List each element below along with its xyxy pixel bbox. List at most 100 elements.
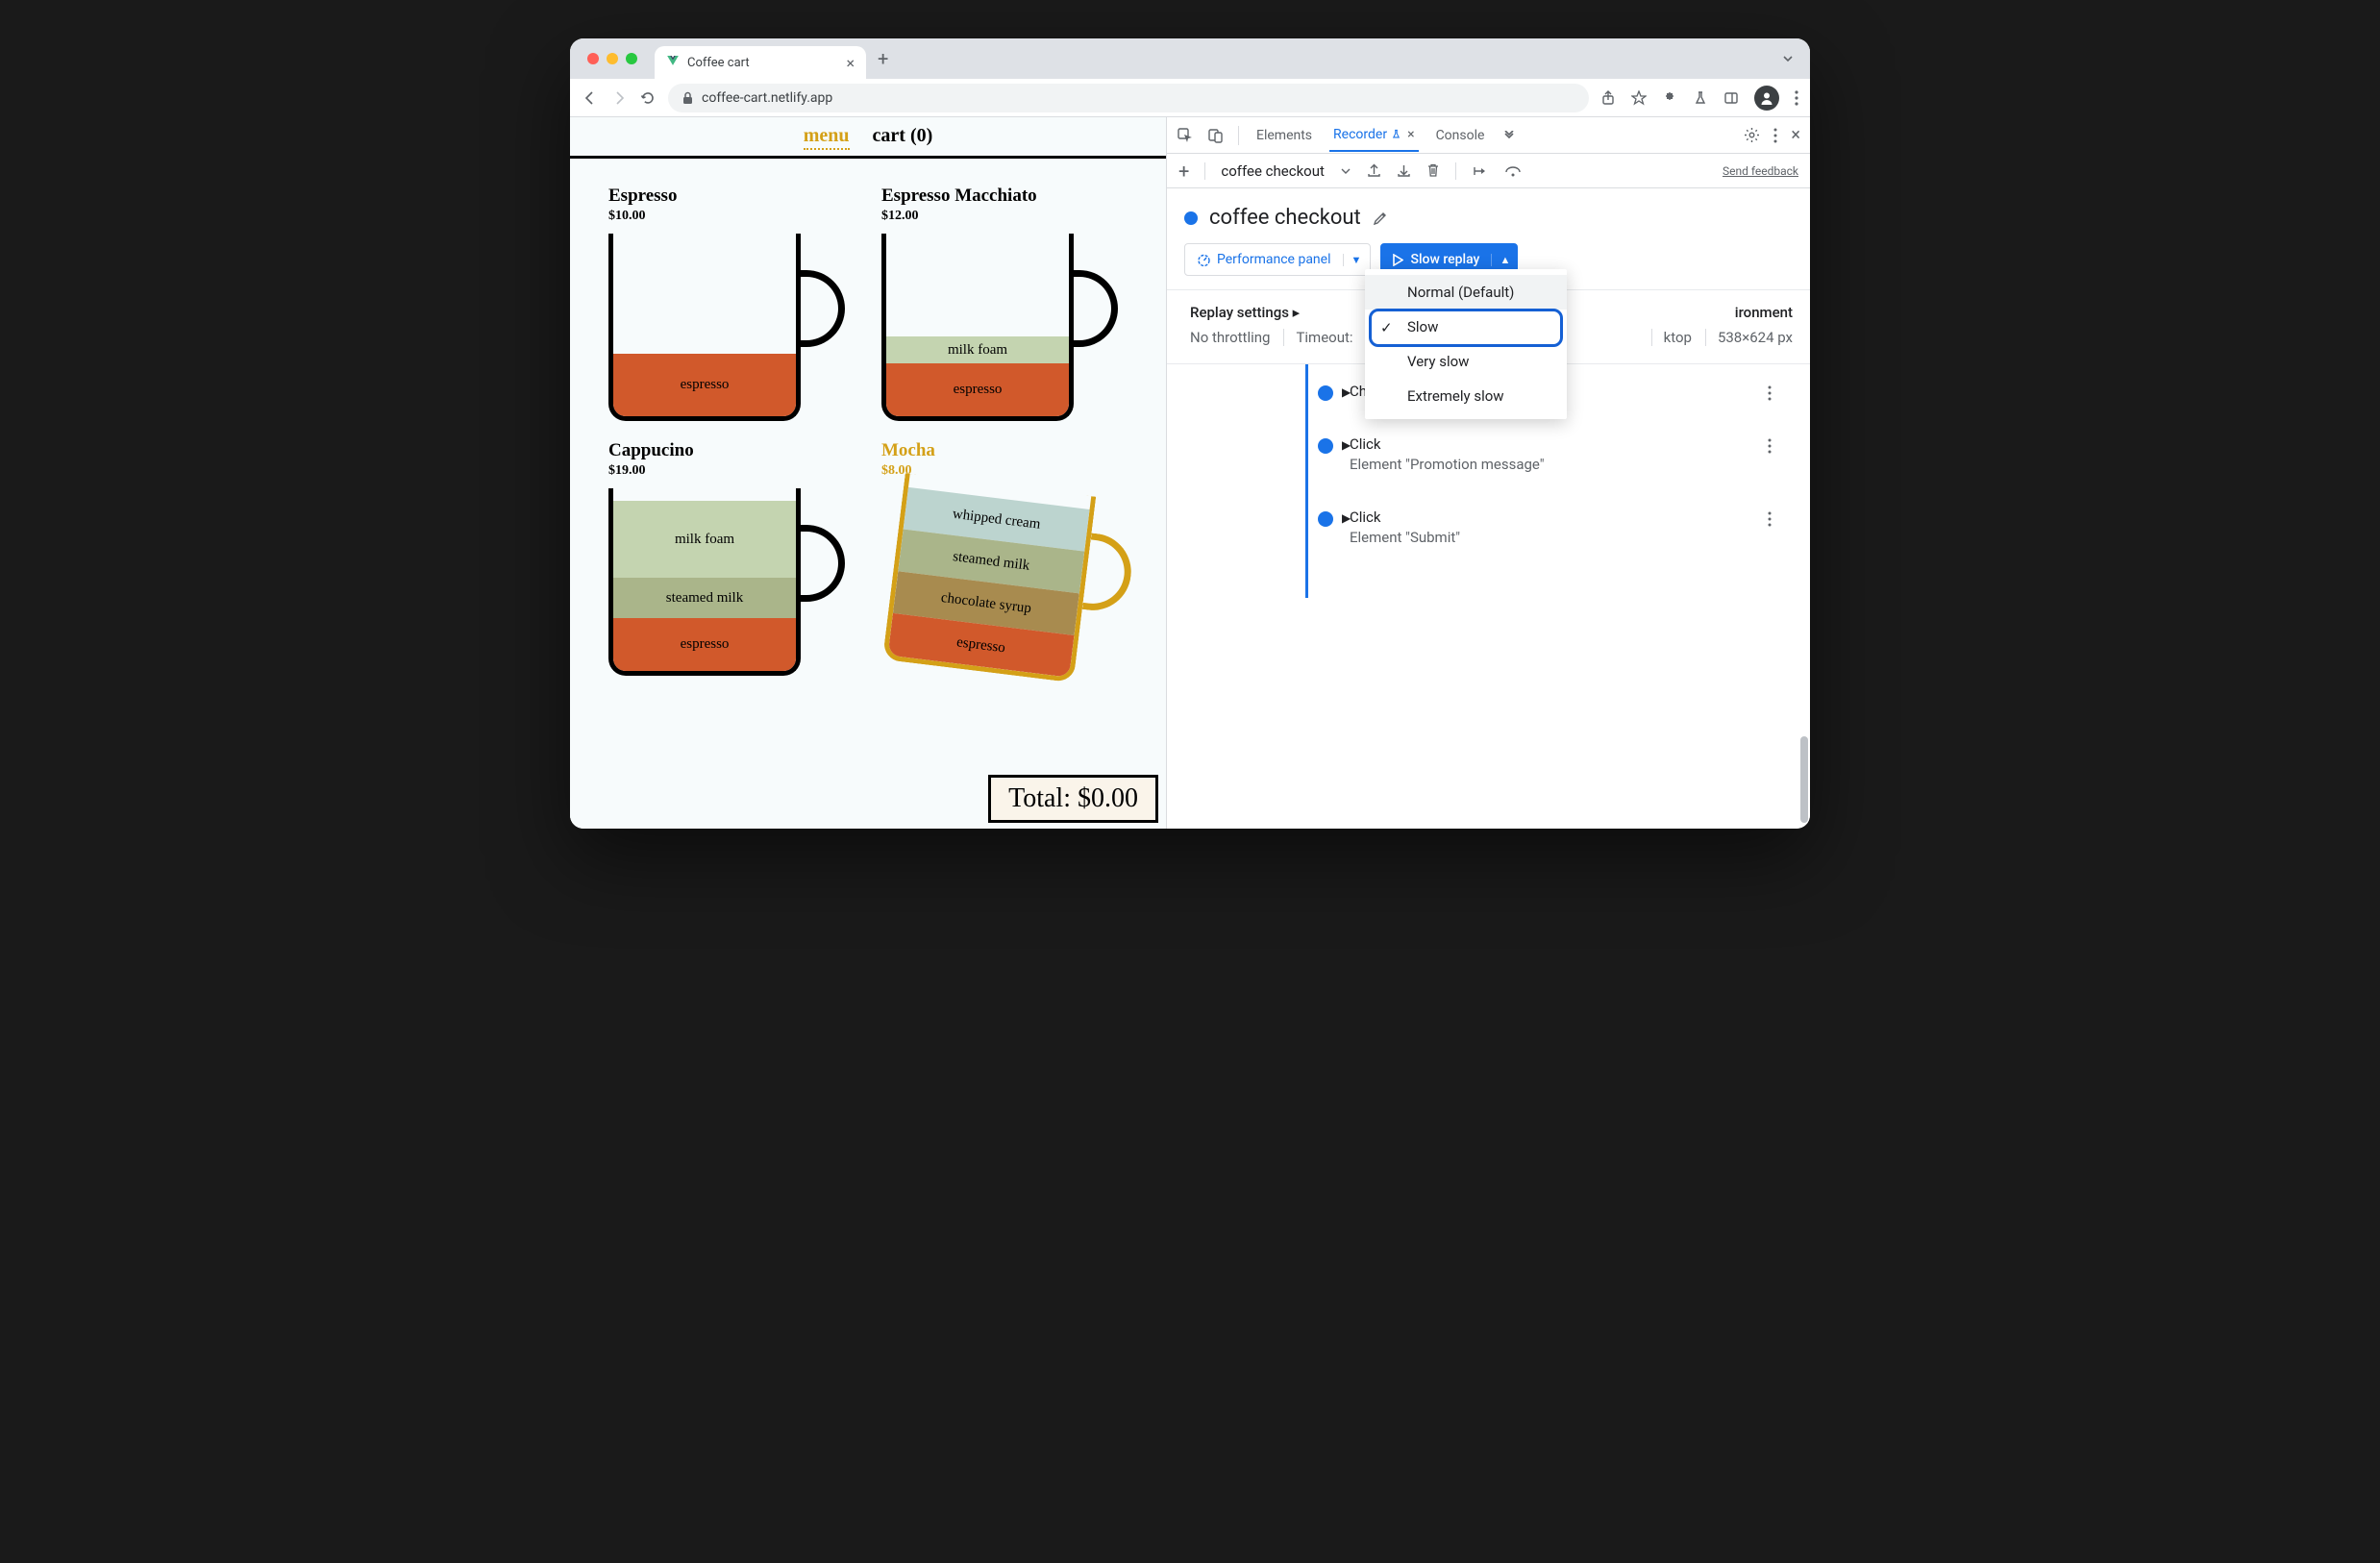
devtools-tab-bar: Elements Recorder × Console × (1167, 117, 1810, 154)
product-name: Espresso Macchiato (881, 186, 1128, 207)
product-price: $10.00 (608, 209, 855, 224)
settings-gear-icon[interactable] (1744, 127, 1760, 143)
step-over-icon[interactable] (1472, 164, 1489, 178)
recording-status-dot (1184, 211, 1198, 225)
back-button[interactable] (582, 89, 599, 107)
product-card[interactable]: Espresso$10.00espresso (608, 186, 855, 431)
profile-avatar[interactable] (1754, 86, 1779, 111)
throttling-value[interactable]: No throttling (1190, 329, 1270, 346)
minimize-window-button[interactable] (607, 53, 618, 64)
expand-step-icon[interactable]: ▶ (1342, 385, 1351, 399)
replay-speed-caret[interactable]: ▲ (1491, 254, 1518, 266)
url-bar[interactable]: coffee-cart.netlify.app (668, 84, 1589, 112)
step-dot-icon (1318, 511, 1333, 527)
chrome-action-icons (1600, 86, 1798, 111)
browser-window: Coffee cart × + coffee-cart.netlify.app (570, 38, 1810, 829)
close-window-button[interactable] (587, 53, 599, 64)
step-menu-icon[interactable] (1768, 511, 1772, 527)
step-dot-icon (1318, 438, 1333, 454)
cup-handle-icon (1082, 533, 1135, 614)
speed-option-slow[interactable]: ✓ Slow (1365, 310, 1567, 344)
nav-link-menu[interactable]: menu (804, 125, 850, 150)
device-value-partial: ktop (1651, 329, 1692, 346)
product-price: $12.00 (881, 209, 1128, 224)
timeline-step[interactable]: ▶ClickElement "Submit" (1186, 508, 1791, 548)
send-feedback-link[interactable]: Send feedback (1723, 164, 1798, 178)
step-into-icon[interactable] (1504, 164, 1522, 178)
chrome-menu-icon[interactable] (1795, 90, 1798, 106)
product-price: $19.00 (608, 463, 855, 479)
environment-header-partial: ironment (1735, 304, 1793, 321)
address-bar: coffee-cart.netlify.app (570, 79, 1810, 117)
step-menu-icon[interactable] (1768, 438, 1772, 454)
forward-button[interactable] (610, 89, 628, 107)
tab-console[interactable]: Console (1432, 120, 1489, 151)
cup-layer: espresso (613, 618, 796, 671)
url-text: coffee-cart.netlify.app (702, 90, 832, 106)
cup-layer: espresso (886, 363, 1069, 416)
timeline-step[interactable]: ▶ClickElement "Promotion message" (1186, 434, 1791, 475)
bookmark-star-icon[interactable] (1631, 90, 1647, 106)
product-card[interactable]: Cappucino $19.00 milk foamsteamed milkespr… (608, 440, 855, 685)
cup-handle-icon (801, 525, 845, 602)
performance-panel-caret[interactable]: ▼ (1343, 254, 1370, 266)
cup-layer: milk foam (886, 336, 1069, 363)
tab-search-button[interactable] (1781, 52, 1795, 65)
cup-icon: milk foamsteamed milkespresso (608, 488, 801, 676)
total-box[interactable]: Total: $0.00 (988, 775, 1158, 823)
cup-icon: espresso (608, 234, 801, 421)
product-name: Mocha (881, 440, 1128, 461)
performance-panel-button[interactable]: Performance panel ▼ (1184, 243, 1371, 276)
expand-step-icon[interactable]: ▶ (1342, 438, 1351, 452)
tab-recorder[interactable]: Recorder × (1329, 119, 1419, 152)
reload-button[interactable] (639, 89, 657, 107)
speed-option-very-slow[interactable]: Very slow (1365, 344, 1567, 379)
maximize-window-button[interactable] (626, 53, 637, 64)
import-icon[interactable] (1397, 163, 1411, 178)
product-card[interactable]: Espresso Macchiato $12.00 milk foamespress… (881, 186, 1128, 431)
close-devtools-icon[interactable]: × (1791, 125, 1800, 145)
cup-icon: milk foamespresso (881, 234, 1074, 421)
speed-option-normal[interactable]: Normal (Default) (1365, 275, 1567, 310)
close-tab-recorder-icon[interactable]: × (1407, 127, 1414, 142)
tab-elements[interactable]: Elements (1252, 120, 1316, 151)
recording-selector[interactable]: coffee checkout (1221, 162, 1325, 180)
delete-icon[interactable] (1426, 163, 1440, 178)
new-recording-button[interactable]: + (1178, 160, 1189, 183)
chevron-down-icon[interactable] (1340, 165, 1351, 177)
new-tab-button[interactable]: + (878, 47, 888, 70)
inspect-icon[interactable] (1177, 127, 1194, 144)
share-icon[interactable] (1600, 90, 1616, 106)
step-title: Click (1350, 508, 1791, 528)
step-subtitle: Element "Promotion message" (1350, 455, 1791, 475)
export-icon[interactable] (1367, 163, 1381, 178)
devtools-menu-icon[interactable] (1773, 128, 1777, 143)
side-panel-icon[interactable] (1723, 90, 1739, 106)
recorder-toolbar: + coffee checkout Send feedback (1167, 154, 1810, 188)
scrollbar-thumb[interactable] (1800, 736, 1808, 823)
expand-step-icon[interactable]: ▶ (1342, 511, 1351, 525)
cup-layer: espresso (613, 354, 796, 416)
labs-flask-icon[interactable] (1693, 90, 1708, 106)
viewport-value[interactable]: 538×624 px (1705, 329, 1793, 346)
step-menu-icon[interactable] (1768, 385, 1772, 401)
more-tabs-icon[interactable] (1501, 131, 1517, 140)
cup-handle-icon (1074, 270, 1118, 347)
edit-title-icon[interactable] (1373, 211, 1388, 226)
recording-header: coffee checkout (1167, 188, 1810, 243)
cup-handle-icon (801, 270, 845, 347)
timeout-label[interactable]: Timeout: (1283, 329, 1352, 346)
tab-title: Coffee cart (687, 56, 750, 70)
cup-layer: milk foam (613, 501, 796, 578)
nav-link-cart[interactable]: cart (0) (873, 125, 933, 150)
extensions-icon[interactable] (1662, 90, 1677, 106)
step-dot-icon (1318, 385, 1333, 401)
device-toggle-icon[interactable] (1207, 127, 1225, 144)
cup-layer: steamed milk (613, 578, 796, 618)
lock-icon (682, 91, 694, 105)
close-tab-icon[interactable]: × (846, 54, 855, 72)
product-card[interactable]: Mocha$8.00whipped creamsteamed milkchoco… (881, 440, 1128, 685)
browser-tab[interactable]: Coffee cart × (655, 46, 866, 79)
product-name: Cappucino (608, 440, 855, 461)
speed-option-extremely-slow[interactable]: Extremely slow (1365, 379, 1567, 413)
